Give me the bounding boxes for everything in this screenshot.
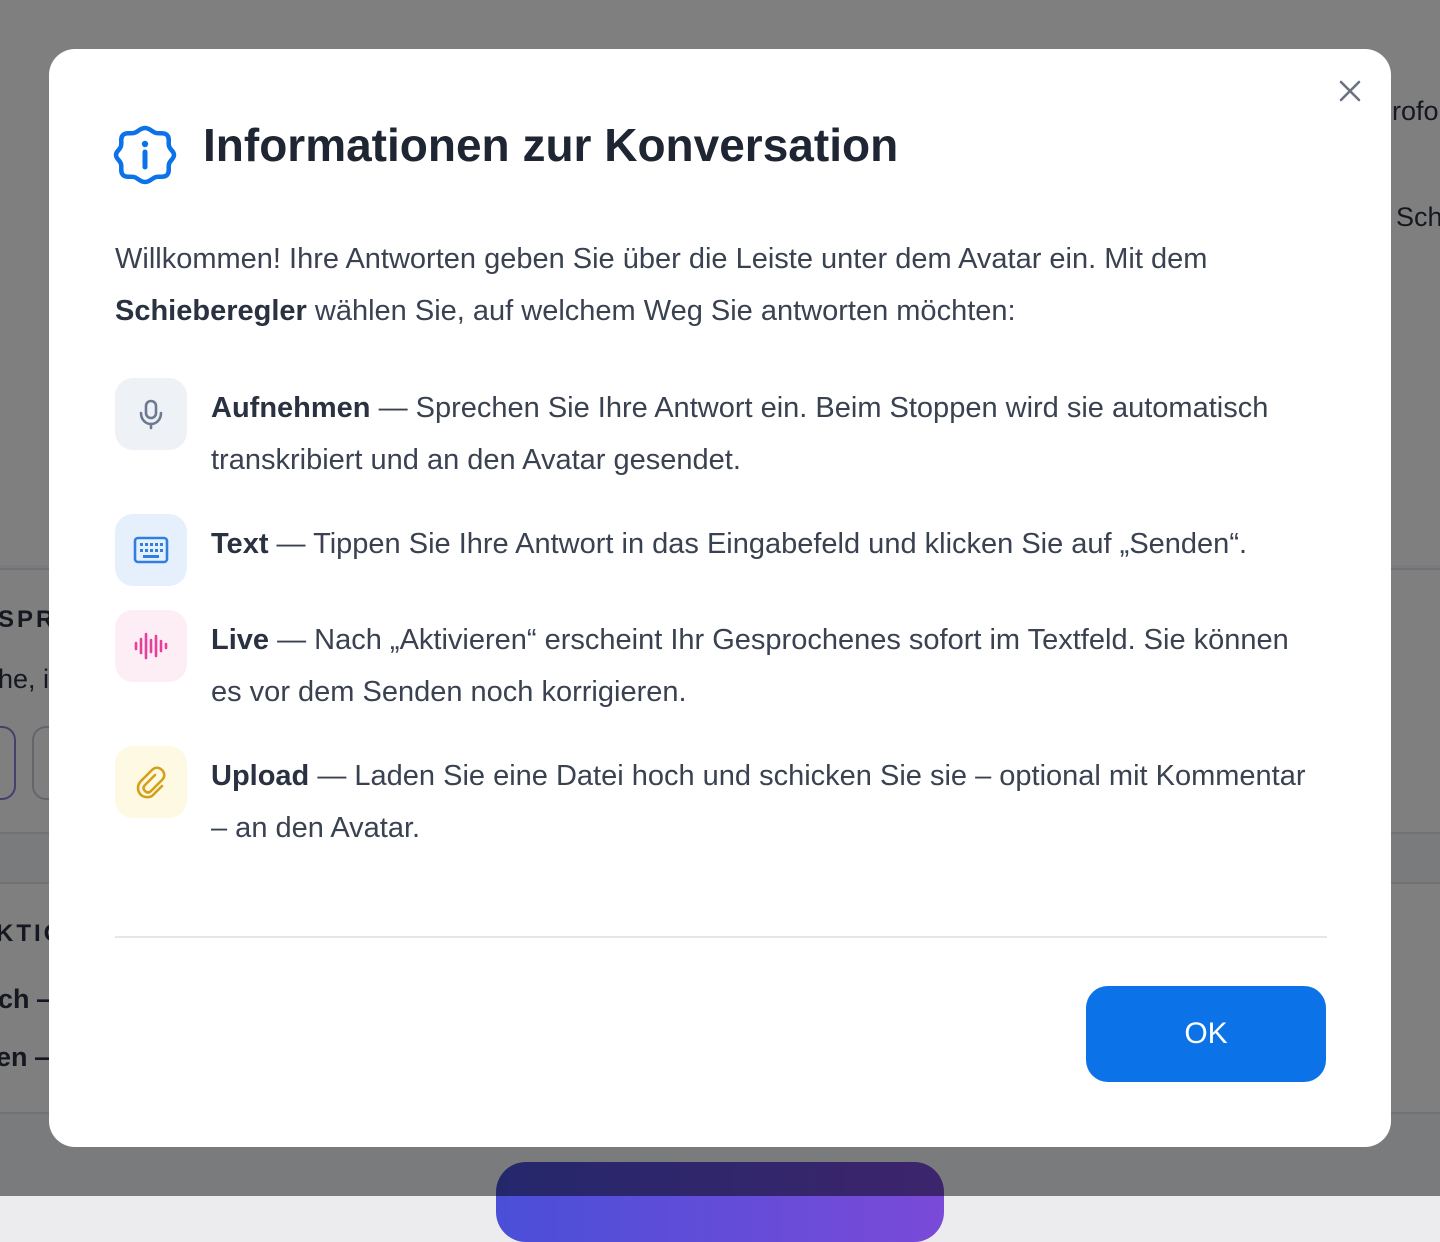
keyboard-icon (133, 536, 169, 564)
icon-tile (115, 514, 187, 586)
ok-button[interactable]: OK (1086, 986, 1326, 1082)
item-description: Live — Nach „Aktivieren“ erscheint Ihr G… (211, 614, 1321, 718)
intro-emphasis: Schieberegler (115, 295, 307, 327)
info-badge-icon (113, 125, 177, 185)
item-label: Aufnehmen (211, 392, 371, 424)
microphone-icon (139, 399, 163, 430)
intro-text: wählen Sie, auf welchem Weg Sie antworte… (314, 295, 1016, 327)
item-label: Upload (211, 760, 310, 792)
close-button[interactable] (1331, 72, 1369, 110)
icon-tile (115, 378, 187, 450)
dialog-intro: Willkommen! Ihre Antworten geben Sie übe… (115, 233, 1275, 337)
icon-tile (115, 746, 187, 818)
info-dialog: Informationen zur Konversation Willkomme… (49, 49, 1391, 1147)
item-text: — Laden Sie eine Datei hoch und schicken… (211, 760, 1306, 844)
item-description: Upload — Laden Sie eine Datei hoch und s… (211, 750, 1321, 854)
item-label: Text (211, 528, 269, 560)
soundwave-icon (134, 632, 168, 660)
dialog-divider (115, 936, 1327, 938)
paperclip-icon (136, 766, 166, 799)
item-description: Aufnehmen — Sprechen Sie Ihre Antwort ei… (211, 382, 1321, 486)
icon-tile (115, 610, 187, 682)
close-icon (1339, 80, 1361, 102)
item-description: Text — Tippen Sie Ihre Antwort in das Ei… (211, 518, 1321, 570)
item-label: Live (211, 624, 270, 656)
item-text: — Nach „Aktivieren“ erscheint Ihr Gespro… (211, 624, 1289, 708)
intro-text: Willkommen! Ihre Antworten geben Sie übe… (115, 243, 1208, 275)
item-text: — Tippen Sie Ihre Antwort in das Eingabe… (276, 528, 1248, 560)
dialog-title: Informationen zur Konversation (203, 119, 899, 171)
